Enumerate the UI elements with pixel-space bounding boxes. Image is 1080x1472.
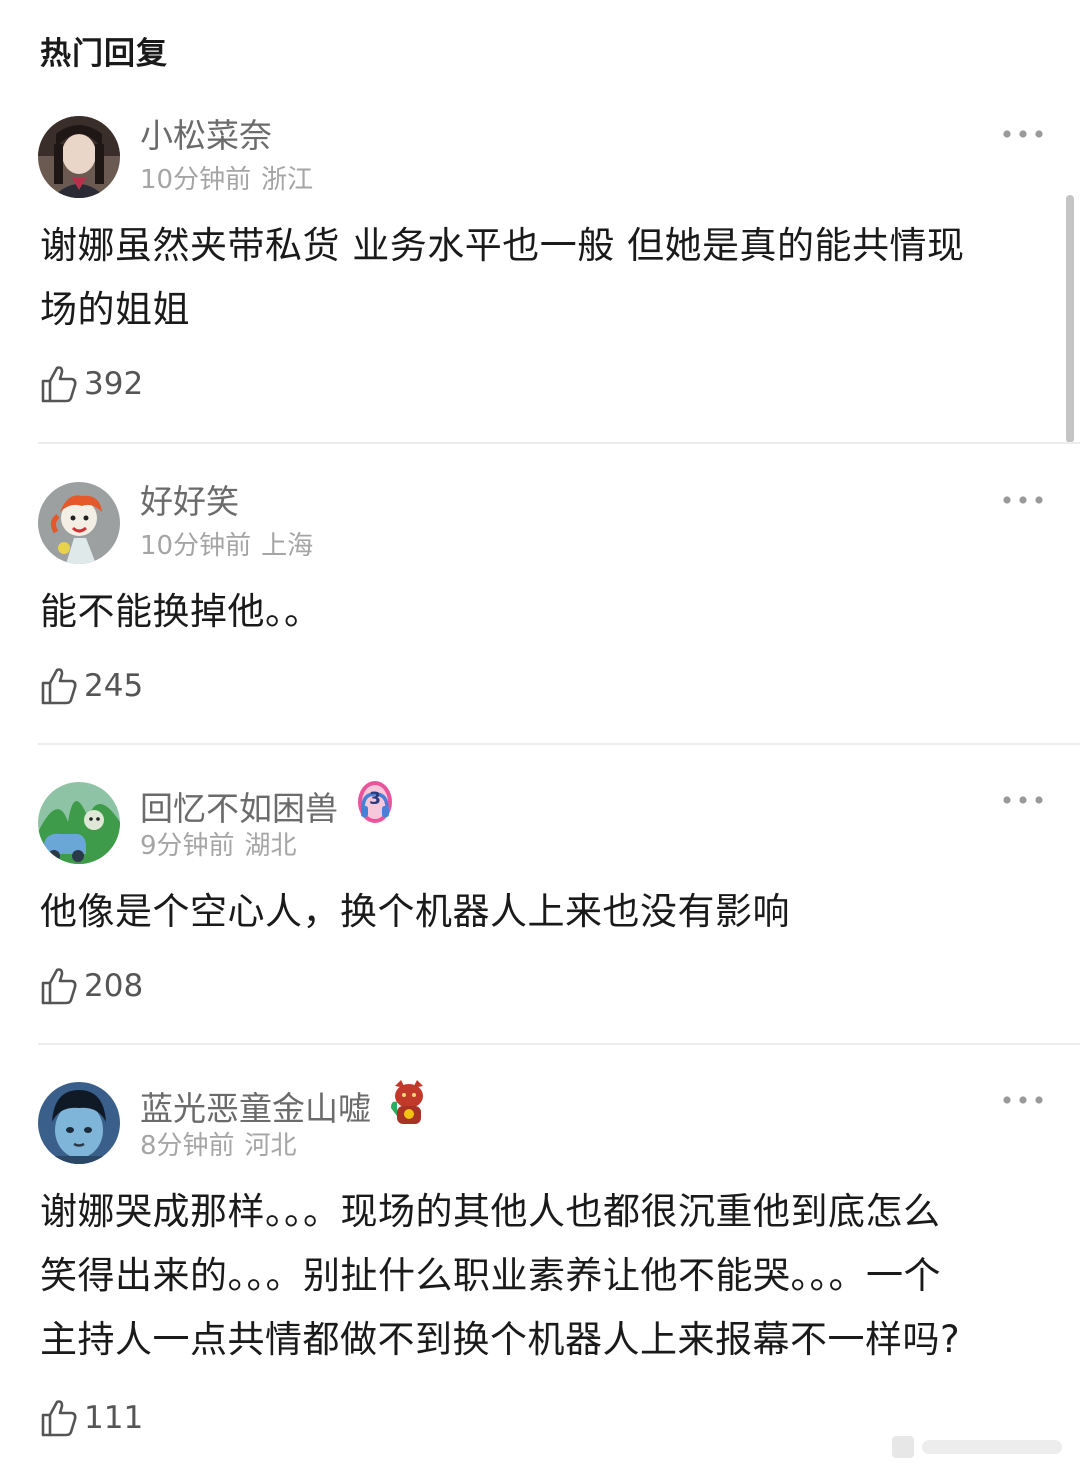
comment-location: 湖北	[244, 831, 297, 861]
watermark-logo	[892, 1436, 1062, 1458]
like-button[interactable]: 208	[40, 964, 143, 1008]
comment-text-line: 能不能换掉他。。	[40, 590, 322, 633]
comment-text-line: 他像是个空心人，换个机器人上来也没有影响	[40, 890, 790, 933]
comment-meta: 8分钟前 河北	[140, 1130, 297, 1162]
comment-text-line: 谢娜虽然夹带私货 业务水平也一般 但她是真的能共情现	[40, 224, 965, 267]
user-decoration-badge[interactable]	[389, 1078, 429, 1135]
section-title: 热门回复	[40, 36, 168, 72]
more-horizontal-dots-icon	[1003, 130, 1043, 138]
username[interactable]: 好好笑	[140, 482, 239, 522]
more-horizontal-dots-icon	[1003, 496, 1043, 504]
comment-text-line: 笑得出来的。。。别扯什么职业素养让他不能哭。。。一个	[40, 1254, 941, 1297]
comment-text-line: 谢娜哭成那样。。。现场的其他人也都很沉重他到底怎么	[40, 1190, 941, 1233]
like-count: 111	[84, 1400, 144, 1436]
comment-location: 河北	[244, 1131, 297, 1161]
divider	[38, 743, 1080, 745]
like-button[interactable]: 392	[40, 362, 143, 406]
more-options-button[interactable]	[1002, 122, 1044, 146]
like-button[interactable]: 111	[40, 1396, 143, 1440]
comment-text: 谢娜虽然夹带私货 业务水平也一般 但她是真的能共情现 场的姐姐	[40, 214, 1040, 342]
more-horizontal-dots-icon	[1003, 1096, 1043, 1104]
badge-level: 3	[369, 789, 381, 809]
comment-time: 8分钟前	[140, 1131, 235, 1161]
headphone-badge-icon: 3	[358, 781, 392, 823]
like-button[interactable]: 245	[40, 664, 143, 708]
avatar[interactable]	[38, 482, 120, 564]
avatar[interactable]	[38, 782, 120, 864]
thumbs-up-icon	[41, 366, 77, 403]
comment-text: 他像是个空心人，换个机器人上来也没有影响	[40, 880, 1040, 944]
avatar[interactable]	[38, 1082, 120, 1164]
comment-time: 10分钟前	[140, 165, 252, 195]
lucky-cat-badge-icon	[391, 1080, 423, 1124]
more-horizontal-dots-icon	[1003, 796, 1043, 804]
username-text[interactable]: 蓝光恶童金山嘘	[140, 1089, 371, 1128]
divider	[38, 1043, 1080, 1045]
like-count: 208	[84, 968, 144, 1004]
comment-meta: 10分钟前 浙江	[140, 164, 313, 196]
fan-level-badge[interactable]: 3	[356, 778, 394, 835]
comment-text-line: 场的姐姐	[40, 288, 190, 331]
comment-text-line: 主持人一点共情都做不到换个机器人上来报幕不一样吗?	[40, 1318, 961, 1361]
thumbs-up-icon	[41, 968, 77, 1005]
username[interactable]: 小松菜奈	[140, 116, 272, 156]
like-count: 392	[84, 366, 144, 402]
avatar[interactable]	[38, 116, 120, 198]
comment-location: 上海	[261, 531, 314, 561]
more-options-button[interactable]	[1002, 788, 1044, 812]
comment-meta: 9分钟前 湖北	[140, 830, 297, 862]
thumbs-up-icon	[41, 668, 77, 705]
comment-meta: 10分钟前 上海	[140, 530, 313, 562]
comment-text: 能不能换掉他。。	[40, 580, 1040, 644]
username-text[interactable]: 回忆不如困兽	[140, 789, 338, 828]
more-options-button[interactable]	[1002, 488, 1044, 512]
comment-time: 9分钟前	[140, 831, 235, 861]
comment-text: 谢娜哭成那样。。。现场的其他人也都很沉重他到底怎么 笑得出来的。。。别扯什么职业…	[40, 1180, 1040, 1372]
like-count: 245	[84, 668, 144, 704]
comment-location: 浙江	[261, 165, 314, 195]
more-options-button[interactable]	[1002, 1088, 1044, 1112]
thumbs-up-icon	[41, 1400, 77, 1437]
divider	[38, 442, 1080, 444]
scrollbar[interactable]	[1066, 195, 1074, 443]
comment-time: 10分钟前	[140, 531, 252, 561]
